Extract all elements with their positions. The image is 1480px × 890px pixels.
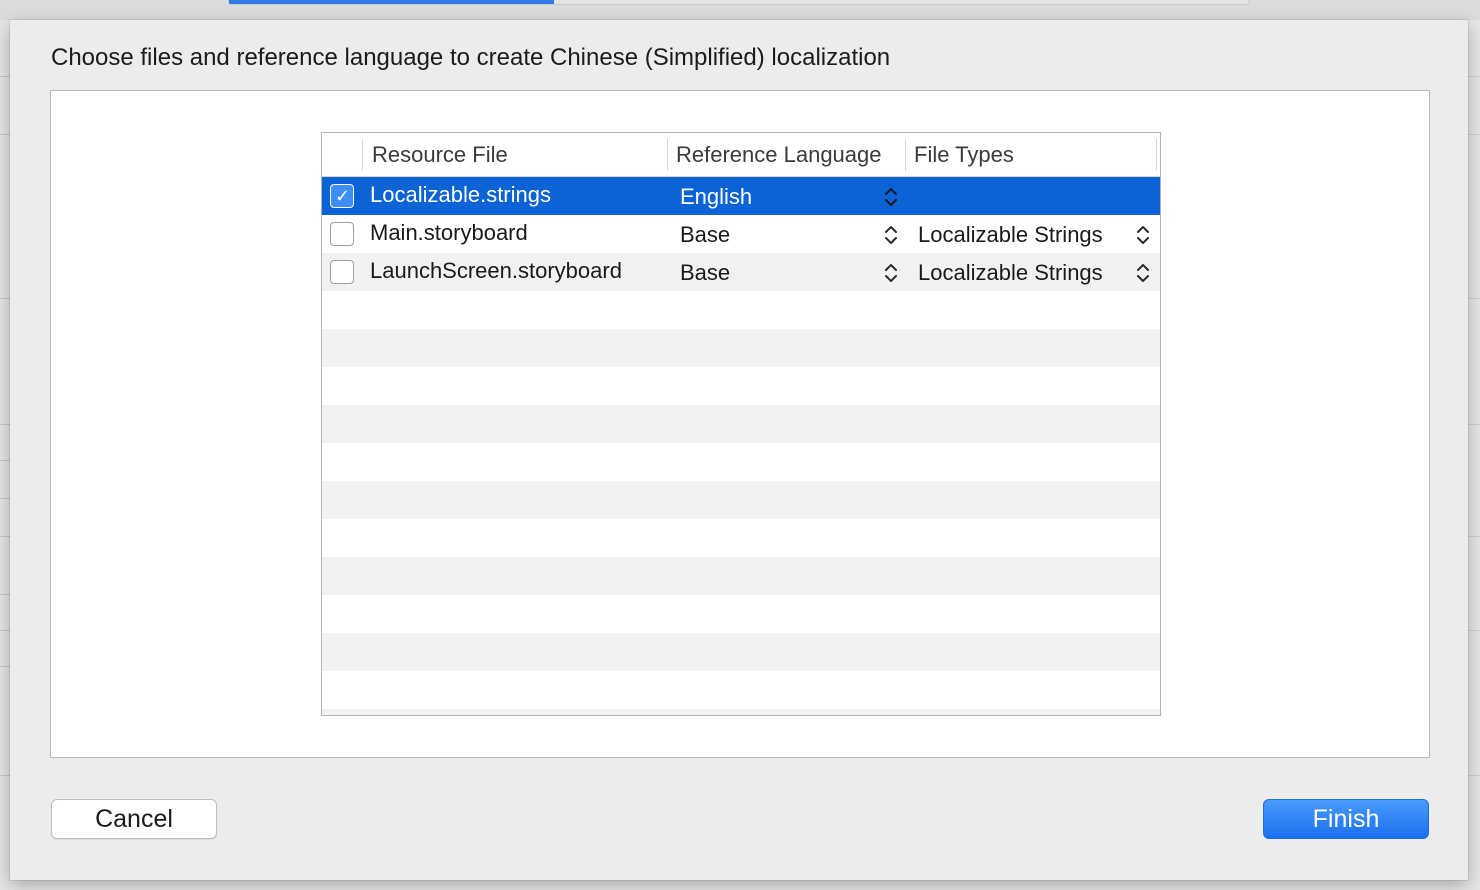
checkmark-icon: ✓ xyxy=(335,186,351,207)
empty-row xyxy=(322,291,1160,329)
reference-language-popup[interactable]: Base xyxy=(680,215,730,253)
sheet-title: Choose files and reference language to c… xyxy=(51,44,891,71)
empty-row xyxy=(322,443,1160,481)
include-checkbox[interactable]: ✓ xyxy=(330,184,354,208)
background-divider xyxy=(0,298,10,299)
up-down-chevron-icon[interactable] xyxy=(1135,223,1151,247)
background-left-edge xyxy=(0,20,10,890)
file-type-popup[interactable]: Localizable Strings xyxy=(918,215,1103,253)
empty-row xyxy=(322,595,1160,633)
background-divider xyxy=(0,460,10,461)
background-divider xyxy=(0,630,10,631)
column-separator xyxy=(1156,139,1157,171)
column-separator xyxy=(667,139,668,171)
empty-row xyxy=(322,367,1160,405)
include-checkbox[interactable] xyxy=(330,222,354,246)
reference-language-popup[interactable]: English xyxy=(680,177,752,215)
up-down-chevron-icon[interactable] xyxy=(883,185,899,209)
reference-language-popup[interactable]: Base xyxy=(680,253,730,291)
up-down-chevron-icon[interactable] xyxy=(883,261,899,285)
background-divider xyxy=(0,498,10,499)
background-divider xyxy=(1468,536,1480,537)
background-divider xyxy=(1468,775,1480,776)
background-divider xyxy=(0,424,10,425)
empty-row xyxy=(322,709,1160,715)
resource-file-name: Main.storyboard xyxy=(370,220,528,245)
background-divider xyxy=(0,76,10,77)
empty-row xyxy=(322,481,1160,519)
background-right-edge xyxy=(1468,20,1480,890)
background-divider xyxy=(0,666,10,667)
up-down-chevron-icon[interactable] xyxy=(1135,261,1151,285)
column-separator xyxy=(362,139,363,171)
table-row[interactable]: LaunchScreen.storyboard Base Localizable… xyxy=(322,253,1160,291)
background-divider xyxy=(1468,76,1480,77)
empty-row xyxy=(322,557,1160,595)
empty-row xyxy=(322,329,1160,367)
column-header-file-types[interactable]: File Types xyxy=(914,133,1014,177)
empty-row xyxy=(322,633,1160,671)
localization-sheet: Choose files and reference language to c… xyxy=(10,20,1468,880)
column-header-reference-language[interactable]: Reference Language xyxy=(676,133,882,177)
resource-file-name: LaunchScreen.storyboard xyxy=(370,258,622,283)
background-divider xyxy=(0,594,10,595)
background-divider xyxy=(0,134,10,135)
table-header: Resource File Reference Language File Ty… xyxy=(322,133,1160,177)
background-divider xyxy=(0,775,10,776)
background-progress-bar xyxy=(228,0,1250,5)
up-down-chevron-icon[interactable] xyxy=(883,223,899,247)
include-checkbox[interactable] xyxy=(330,260,354,284)
cancel-button[interactable]: Cancel xyxy=(51,799,217,839)
empty-row xyxy=(322,519,1160,557)
background-divider xyxy=(1468,298,1480,299)
background-progress-fill xyxy=(229,0,554,4)
background-divider xyxy=(1468,134,1480,135)
background-divider xyxy=(0,536,10,537)
column-separator xyxy=(905,139,906,171)
table-row[interactable]: ✓ Localizable.strings English xyxy=(322,177,1160,215)
empty-row xyxy=(322,671,1160,709)
table-body: ✓ Localizable.strings English Main.story… xyxy=(322,177,1160,715)
background-divider xyxy=(1468,630,1480,631)
empty-row xyxy=(322,405,1160,443)
file-type-popup[interactable]: Localizable Strings xyxy=(918,253,1103,291)
background-divider xyxy=(1468,424,1480,425)
file-list-container: Resource File Reference Language File Ty… xyxy=(50,90,1430,758)
resource-file-name: Localizable.strings xyxy=(370,182,551,207)
table-row[interactable]: Main.storyboard Base Localizable Strings xyxy=(322,215,1160,253)
finish-button[interactable]: Finish xyxy=(1263,799,1429,839)
background-toolbar xyxy=(0,0,1480,20)
resource-files-table[interactable]: Resource File Reference Language File Ty… xyxy=(321,132,1161,716)
column-header-resource-file[interactable]: Resource File xyxy=(372,133,508,177)
